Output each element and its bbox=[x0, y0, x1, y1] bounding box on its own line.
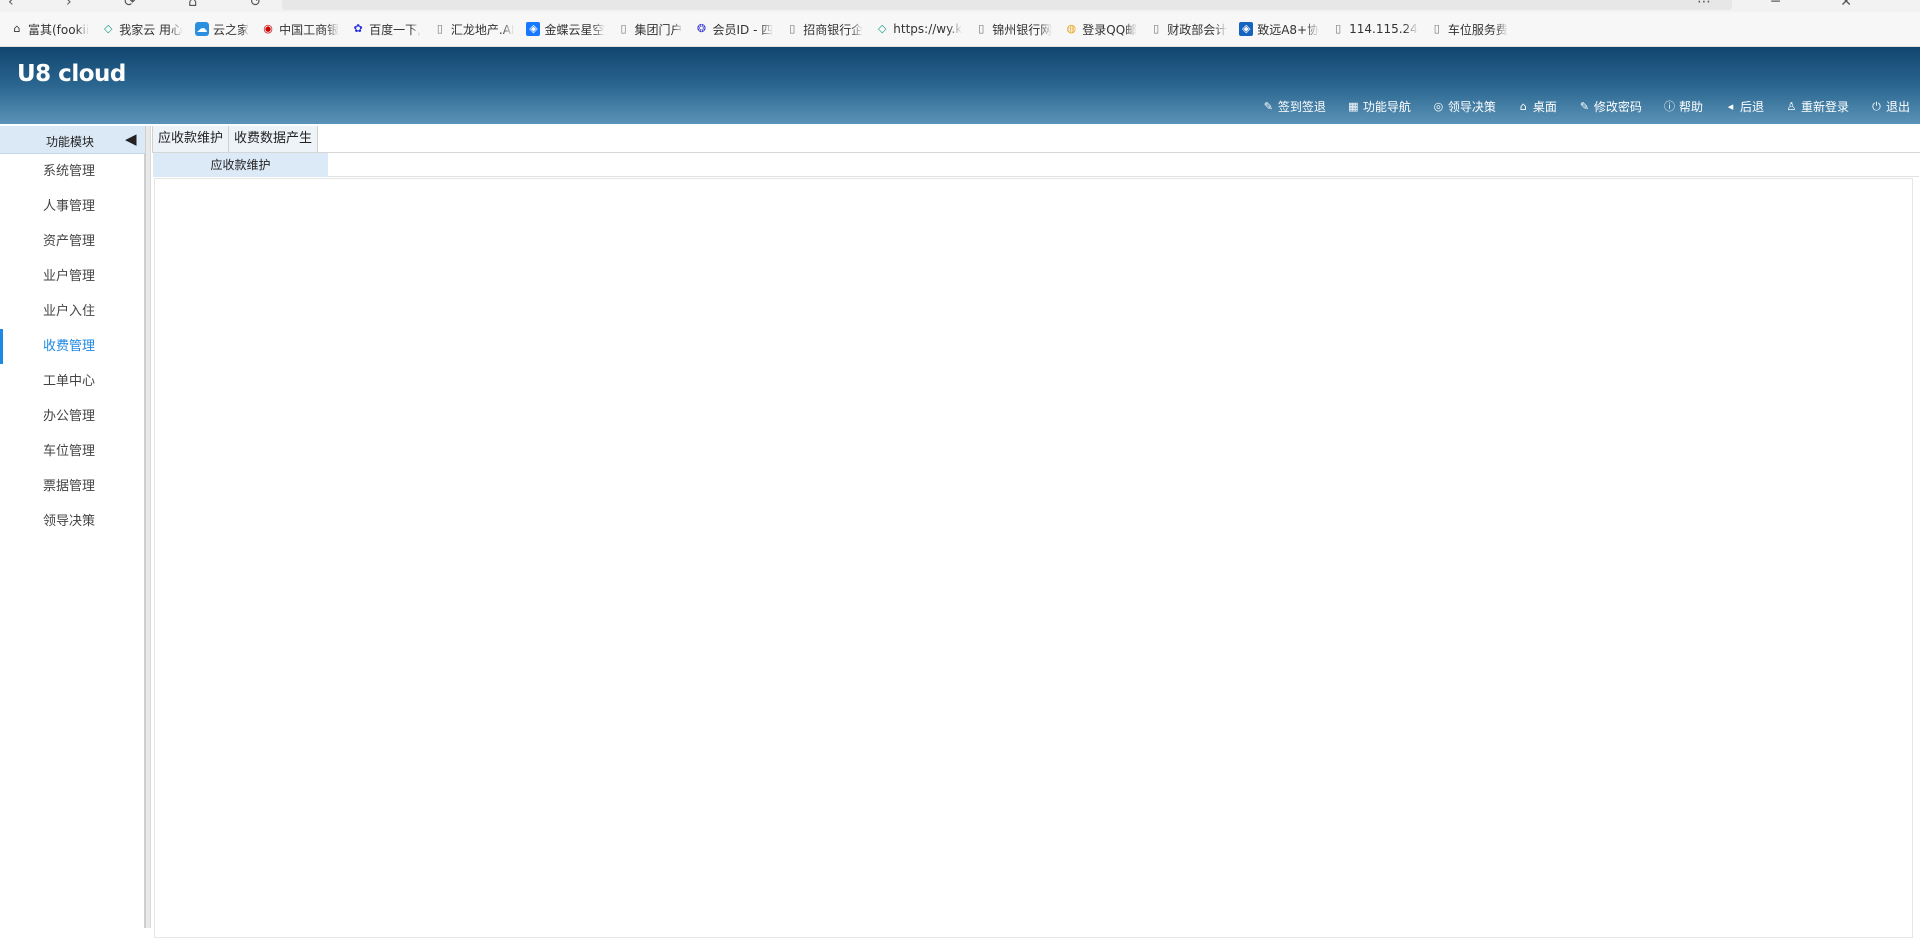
cloud-icon: ☁ bbox=[195, 22, 210, 36]
sidebar-item-assets[interactable]: 资产管理 bbox=[0, 224, 144, 259]
sidebar-item-system[interactable]: 系统管理 bbox=[0, 154, 144, 189]
address-bar[interactable] bbox=[282, 0, 1732, 10]
tab-billing-data[interactable]: 收费数据产生 bbox=[229, 126, 319, 152]
icbc-icon: ◉ bbox=[263, 22, 273, 35]
bookmark-item[interactable]: ✿ 百度一下, bbox=[351, 21, 420, 38]
sidebar-item-parking[interactable]: 车位管理 bbox=[0, 434, 144, 469]
sidebar-item-billing[interactable]: 收费管理 bbox=[0, 329, 144, 364]
page-icon: ▯ bbox=[1335, 22, 1342, 35]
logout-button[interactable]: ⏻ 退出 bbox=[1870, 98, 1910, 115]
app-logo: U8 cloud bbox=[17, 61, 126, 87]
bookmark-item[interactable]: ◍ 登录QQ邮 bbox=[1064, 21, 1137, 38]
sidebar: 功能模块 ◀ 系统管理 人事管理 资产管理 业户管理 业户入住 收费管理 工单中… bbox=[0, 126, 145, 928]
help-button[interactable]: ⓘ 帮助 bbox=[1663, 98, 1703, 115]
decision-icon: ◎ bbox=[1433, 100, 1444, 113]
logo-icon: ❂ bbox=[696, 22, 707, 35]
sidebar-item-office[interactable]: 办公管理 bbox=[0, 399, 144, 434]
page-icon: ▯ bbox=[1433, 22, 1440, 35]
bookmark-item[interactable]: ▯ 财政部会计 bbox=[1149, 21, 1227, 38]
sidebar-item-invoices[interactable]: 票据管理 bbox=[0, 469, 144, 504]
bookmark-item[interactable]: ▯ 汇龙地产.AI bbox=[433, 21, 515, 38]
page-icon: ▯ bbox=[1153, 22, 1160, 35]
content-frame bbox=[154, 178, 1913, 938]
bookmark-item[interactable]: ▯ 114.115.24 bbox=[1331, 22, 1418, 36]
header-menu: ✎ 签到签退 ▦ 功能导航 ◎ 领导决策 ⌂ 桌面 ✎ 修改密码 ⓘ 帮助 ◂ 后退 ♙ 重新登… bbox=[1241, 98, 1910, 115]
relogin-button[interactable]: ♙ 重新登录 bbox=[1785, 98, 1849, 115]
square-icon: ◈ bbox=[526, 22, 541, 36]
back-button[interactable]: ◂ 后退 bbox=[1724, 98, 1764, 115]
bookmark-item[interactable]: ◈ 金蝶云星空 bbox=[526, 21, 605, 38]
info-icon: ⓘ bbox=[1663, 100, 1675, 113]
bookmark-item[interactable]: ◈ 致远A8+协 bbox=[1239, 21, 1319, 38]
sidebar-header: 功能模块 ◀ bbox=[0, 126, 145, 154]
sign-in-out-button[interactable]: ✎ 签到签退 bbox=[1262, 98, 1326, 115]
user-icon: ♙ bbox=[1786, 100, 1797, 113]
bookmark-item[interactable]: ▯ 锦州银行网 bbox=[974, 21, 1052, 38]
tab-receivables[interactable]: 应收款维护 bbox=[152, 126, 230, 152]
power-icon: ⏻ bbox=[1872, 100, 1881, 113]
bookmark-item[interactable]: ❂ 会员ID - 四 bbox=[695, 21, 773, 38]
collapse-arrow-icon[interactable]: ◀ bbox=[125, 131, 141, 147]
main-area: 应收款维护 收费数据产生 应收款维护 bbox=[152, 126, 1920, 938]
app-header: U8 cloud ✎ 签到签退 ▦ 功能导航 ◎ 领导决策 ⌂ 桌面 ✎ 修改密码 ⓘ 帮助… bbox=[0, 47, 1920, 124]
page-icon: ▯ bbox=[436, 22, 443, 35]
subtab-bar: 应收款维护 bbox=[153, 153, 1919, 177]
change-password-button[interactable]: ✎ 修改密码 bbox=[1578, 98, 1642, 115]
sidebar-item-hr[interactable]: 人事管理 bbox=[0, 189, 144, 224]
subtab-receivables[interactable]: 应收款维护 bbox=[153, 153, 328, 177]
browser-toolbar: ‹ › ⟳ ⌂ ↺ ☆ ⋯ ─ ✕ bbox=[0, 0, 1920, 12]
diamond-icon: ◇ bbox=[878, 22, 887, 35]
bookmark-item[interactable]: ▯ 集团门户 bbox=[617, 21, 682, 38]
leader-decision-button[interactable]: ◎ 领导决策 bbox=[1432, 98, 1496, 115]
sidebar-splitter[interactable] bbox=[145, 126, 151, 928]
bookmark-item[interactable]: ◉ 中国工商银 bbox=[261, 21, 339, 38]
sidebar-item-work-orders[interactable]: 工单中心 bbox=[0, 364, 144, 399]
bookmark-item[interactable]: ⌂ 富其(fookii bbox=[10, 21, 90, 38]
grid-icon: ▦ bbox=[1348, 100, 1359, 113]
sidebar-item-move-in[interactable]: 业户入住 bbox=[0, 294, 144, 329]
bookmark-item[interactable]: ◇ https://wy.k bbox=[875, 22, 962, 36]
tab-bar: 应收款维护 收费数据产生 bbox=[152, 126, 1920, 153]
bookmark-item[interactable]: ☁ 云之家 bbox=[195, 21, 249, 38]
square-icon: ◈ bbox=[1239, 22, 1254, 36]
page-icon: ▯ bbox=[978, 22, 985, 35]
browser-right-icons[interactable]: ⋯ ─ ✕ bbox=[1697, 0, 1880, 10]
edit-icon: ✎ bbox=[1579, 100, 1590, 113]
home-icon: ⌂ bbox=[1519, 100, 1527, 113]
bookmark-item[interactable]: ▯ 招商银行企 bbox=[785, 21, 863, 38]
sidebar-menu: 系统管理 人事管理 资产管理 业户管理 业户入住 收费管理 工单中心 办公管理 … bbox=[0, 154, 144, 539]
page-icon: ▯ bbox=[789, 22, 796, 35]
function-nav-button[interactable]: ▦ 功能导航 bbox=[1347, 98, 1411, 115]
sidebar-title: 功能模块 bbox=[46, 135, 95, 149]
desktop-button[interactable]: ⌂ 桌面 bbox=[1517, 98, 1557, 115]
bookmark-item[interactable]: ◇ 我家云 用心 bbox=[101, 21, 183, 38]
bookmark-item[interactable]: ▯ 车位服务费 bbox=[1430, 21, 1508, 38]
back-icon: ◂ bbox=[1727, 100, 1734, 113]
page-icon: ▯ bbox=[620, 22, 627, 35]
edit-icon: ✎ bbox=[1263, 100, 1273, 113]
chrome-icon: ◍ bbox=[1066, 22, 1077, 35]
sidebar-item-decision[interactable]: 领导决策 bbox=[0, 504, 144, 539]
diamond-icon: ◇ bbox=[103, 22, 113, 35]
bookmarks-bar: ⌂ 富其(fookii ◇ 我家云 用心 ☁ 云之家 ◉ 中国工商银 ✿ 百度一下, ▯ 汇… bbox=[0, 12, 1920, 47]
paw-icon: ✿ bbox=[353, 22, 363, 35]
house-icon: ⌂ bbox=[13, 22, 21, 35]
sidebar-item-owners[interactable]: 业户管理 bbox=[0, 259, 144, 294]
